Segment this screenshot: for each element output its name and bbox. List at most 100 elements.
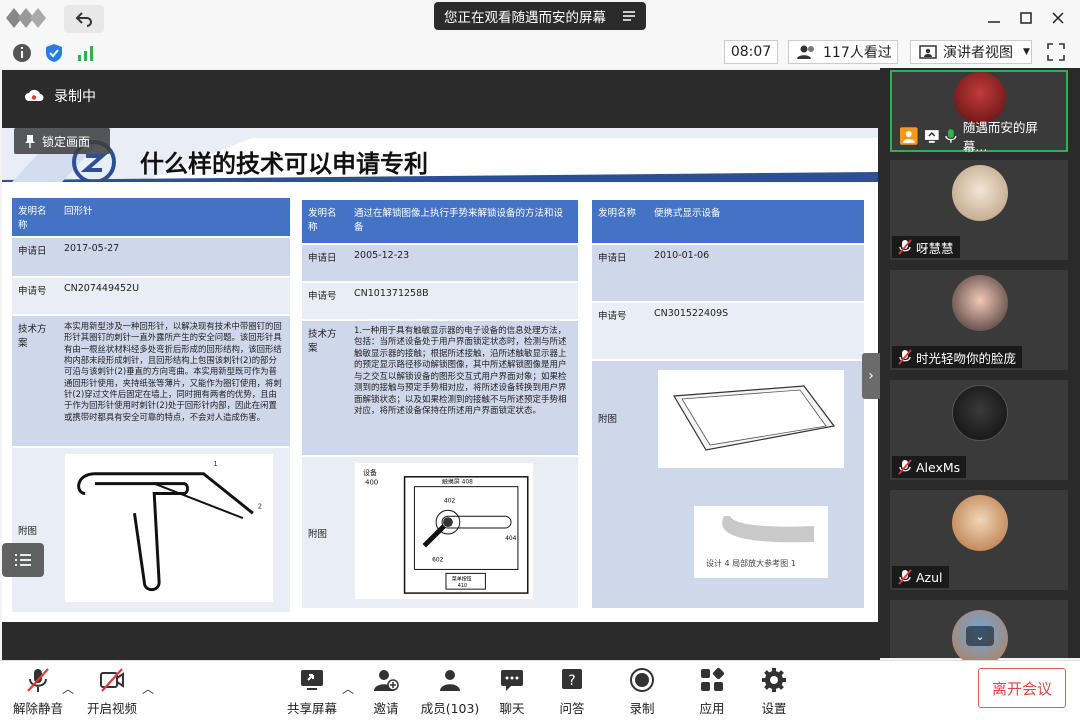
participant-tile[interactable]: Azul (890, 490, 1068, 590)
fullscreen-icon[interactable] (1046, 42, 1066, 62)
paperclip-figure: 12 (64, 453, 274, 603)
meeting-timer: 08:07 (724, 40, 778, 64)
qa-label: 问答 (559, 701, 585, 716)
fig-label: 402 (444, 498, 456, 504)
participant-name: AlexMs (916, 459, 961, 475)
share-screen-button[interactable]: 共享屏幕 (282, 666, 342, 716)
security-shield-icon[interactable] (44, 43, 64, 63)
participant-tile[interactable]: 时光轻吻你的脸庞 (890, 270, 1068, 370)
table-row-key: 发明名称 (302, 200, 348, 245)
floating-list-button[interactable] (2, 543, 44, 577)
share-screen-icon (301, 670, 323, 690)
table-row-value: 2017-05-27 (58, 237, 290, 278)
record-button[interactable]: 录制 (612, 666, 672, 716)
video-label: 开启视频 (86, 701, 137, 716)
invite-label: 邀请 (373, 701, 399, 716)
back-button[interactable] (64, 5, 104, 33)
pin-icon (25, 135, 35, 148)
table-row-key: 发明名称 (592, 200, 648, 245)
video-off-icon (100, 668, 124, 692)
table-row-value: 回形针 (58, 198, 290, 238)
share-text: 您正在观看随遇而安的屏幕 (444, 10, 606, 26)
fig-label: 602 (432, 558, 444, 564)
speaker-view-icon (919, 45, 937, 59)
leave-meeting-button[interactable]: 离开会议 (978, 668, 1066, 708)
record-label: 录制 (629, 701, 655, 716)
invite-button[interactable]: 邀请 (356, 666, 416, 716)
table-row-key: 技术方案 (302, 320, 348, 457)
fig-label: 菜单按钮 (452, 575, 472, 582)
invite-icon (374, 670, 399, 691)
chevron-up-icon[interactable]: ︿ (142, 680, 154, 697)
participant-name: 呀慧慧 (916, 240, 954, 256)
patent-table-2: 发明名称 通过在解锁图像上执行手势来解锁设备的方法和设备 申请日 2005-12-2… (302, 200, 578, 610)
table-row-key: 发明名称 (12, 198, 58, 238)
viewers-count[interactable]: 117人看过 (788, 40, 898, 64)
chevron-up-icon[interactable]: ︿ (62, 680, 74, 697)
svg-text:2: 2 (258, 502, 262, 510)
figure-caption: 设计 4 局部放大参考图 1 (706, 558, 796, 568)
table-row-key: 附图 (12, 447, 58, 614)
table-row-value: 本实用新型涉及一种回形针，以解决现有技术中带圈钉的回形针其圈钉的刺针一直外露所产… (58, 315, 290, 448)
participant-tile[interactable]: 呀慧慧 (890, 160, 1068, 260)
fig-label: 400 (365, 479, 378, 487)
svg-text:1: 1 (213, 460, 217, 468)
share-label: 共享屏幕 (286, 701, 337, 716)
settings-button[interactable]: 设置 (744, 666, 804, 716)
record-icon (630, 668, 654, 692)
chat-button[interactable]: 聊天 (482, 666, 542, 716)
cloud-record-icon (25, 89, 44, 101)
members-button[interactable]: 成员(103) (420, 666, 480, 716)
fig-label: 设备 (363, 468, 377, 477)
unmute-button[interactable]: 解除静音 (8, 666, 68, 716)
qa-button[interactable]: ? 问答 (542, 666, 602, 716)
mic-muted-icon (27, 668, 49, 692)
settings-label: 设置 (761, 701, 787, 716)
table-row-value: 便携式显示设备 (648, 200, 864, 245)
avatar (952, 275, 1008, 331)
lock-screen-button[interactable]: 锁定画面 (14, 128, 110, 154)
undo-arrow-icon (75, 12, 92, 27)
name-tag: AlexMs (892, 456, 967, 478)
collapse-sidebar-button[interactable]: › (862, 353, 880, 399)
tablet-figure: 设计 4 局部放大参考图 1 (658, 370, 844, 578)
table-row-value: 1.一种用于具有触敏显示器的电子设备的信息处理方法，包括：当所述设备处于用户界面… (348, 320, 578, 457)
mic-muted-icon (898, 239, 912, 255)
maximize-icon[interactable] (1018, 10, 1034, 26)
members-icon (440, 670, 460, 691)
info-icon[interactable] (12, 43, 32, 63)
app-logo-icon (6, 8, 46, 28)
table-row-key: 申请号 (592, 302, 648, 361)
view-mode-select[interactable]: 演讲者视图 ▼ (910, 40, 1032, 64)
start-video-button[interactable]: 开启视频 (82, 666, 142, 716)
patent-table-3: 发明名称 便携式显示设备 申请日 2010-01-06 申请号 CN301522409… (592, 200, 864, 610)
unlock-device-figure: 触摸屏 408 设备 400 402 404 602 菜单按钮 410 (354, 462, 534, 600)
people-icon (797, 45, 814, 59)
participant-tile[interactable]: 随遇而安的屏幕... (890, 70, 1068, 154)
table-row-key: 申请日 (12, 237, 58, 278)
scroll-down-button[interactable]: ⌄ (966, 626, 994, 646)
participant-name: Azul (916, 569, 943, 585)
table-row-value: 2010-01-06 (648, 244, 864, 303)
minimize-icon[interactable] (986, 10, 1002, 26)
chevron-up-icon[interactable]: ︿ (342, 680, 354, 697)
table-row-value: CN301522409S (648, 302, 864, 361)
screen-share-indicator[interactable]: 您正在观看随遇而安的屏幕 (434, 2, 646, 30)
chat-label: 聊天 (499, 701, 525, 716)
avatar (952, 165, 1008, 221)
mic-muted-icon (898, 349, 912, 365)
unmute-label: 解除静音 (12, 701, 63, 716)
signal-icon[interactable] (76, 43, 96, 63)
figure-cell: 设计 4 局部放大参考图 1 (648, 360, 864, 610)
menu-icon[interactable] (622, 9, 636, 23)
close-icon[interactable] (1050, 10, 1066, 26)
participant-tile[interactable]: AlexMs (890, 380, 1068, 480)
apps-icon (701, 667, 725, 691)
mic-muted-icon (898, 459, 912, 475)
avatar (952, 385, 1008, 441)
participant-tile[interactable]: ⌄ (890, 600, 1068, 666)
viewers-label: 117人看过 (823, 45, 892, 61)
chevron-down-icon: ▼ (1023, 47, 1030, 57)
apps-button[interactable]: 应用 (682, 666, 742, 716)
chevron-down-icon: ⌄ (975, 629, 985, 643)
